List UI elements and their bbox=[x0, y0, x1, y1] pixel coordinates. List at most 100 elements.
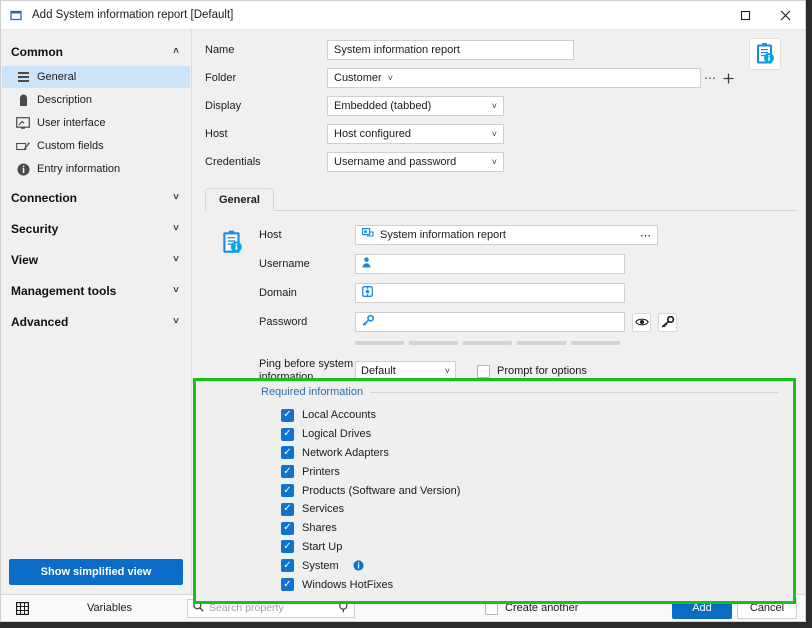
sidebar-group-view[interactable]: View ˅ bbox=[1, 247, 191, 273]
checkbox-windows-hotfixes[interactable]: ✓ bbox=[281, 578, 294, 592]
domain-label: Domain bbox=[259, 287, 297, 299]
domain-row: Domain bbox=[205, 283, 797, 303]
close-button[interactable] bbox=[765, 1, 805, 29]
variables-button[interactable]: Variables bbox=[37, 602, 182, 614]
sidebar-group-connection[interactable]: Connection ˅ bbox=[1, 185, 191, 211]
domain-icon bbox=[362, 286, 373, 300]
tab-strip: General bbox=[205, 188, 797, 211]
lines-icon bbox=[16, 71, 30, 83]
sidebar-group-management-tools[interactable]: Management tools ˅ bbox=[1, 278, 191, 304]
list-item[interactable]: ✓ Services bbox=[281, 500, 460, 519]
folder-input[interactable]: Customer ˅ bbox=[327, 68, 701, 88]
password-input[interactable] bbox=[355, 312, 625, 332]
list-item-label: Logical Drives bbox=[302, 428, 372, 441]
sidebar-group-label: Security bbox=[11, 222, 59, 236]
host-value: System information report bbox=[380, 229, 506, 241]
name-label: Name bbox=[205, 44, 235, 56]
chevron-down-icon[interactable]: ˅ bbox=[382, 73, 393, 83]
display-value: Embedded (tabbed) bbox=[334, 100, 432, 112]
checkbox-printers[interactable]: ✓ bbox=[281, 465, 294, 479]
list-item-label: System bbox=[302, 559, 339, 572]
system-info-icon[interactable] bbox=[353, 560, 364, 571]
list-item[interactable]: ✓ Network Adapters bbox=[281, 444, 460, 463]
grid-icon[interactable] bbox=[7, 601, 37, 615]
simplified-view-wrap: Show simplified view bbox=[1, 551, 191, 594]
legend-divider bbox=[370, 391, 778, 393]
monitor-icon bbox=[16, 117, 30, 129]
key-tool-icon[interactable] bbox=[658, 312, 677, 332]
folder-add-button[interactable] bbox=[719, 72, 737, 85]
eye-icon[interactable] bbox=[632, 312, 651, 332]
prompt-for-options-row[interactable]: Prompt for options bbox=[477, 364, 587, 378]
strength-segment bbox=[463, 341, 512, 345]
list-item-label: Printers bbox=[302, 465, 340, 478]
host-mode-select[interactable]: Host configured ˅ bbox=[327, 124, 504, 144]
list-item[interactable]: ✓ Windows HotFixes bbox=[281, 575, 460, 594]
sidebar-group-common[interactable]: Common ˄ bbox=[1, 39, 191, 65]
chevron-down-icon: ˅ bbox=[491, 101, 497, 111]
checkbox-local-accounts[interactable]: ✓ bbox=[281, 408, 294, 422]
maximize-button[interactable] bbox=[725, 1, 765, 29]
folder-more-button[interactable]: ⋯ bbox=[701, 71, 719, 85]
list-item[interactable]: ✓ System bbox=[281, 556, 460, 575]
checkbox-system[interactable]: ✓ bbox=[281, 559, 294, 573]
checkbox-logical-drives[interactable]: ✓ bbox=[281, 427, 294, 441]
edit-field-icon bbox=[16, 141, 30, 152]
sidebar-group-advanced[interactable]: Advanced ˅ bbox=[1, 309, 191, 335]
host-mode-value: Host configured bbox=[334, 128, 412, 140]
domain-input[interactable] bbox=[355, 283, 625, 303]
sidebar-item-label: Entry information bbox=[37, 163, 121, 175]
system-information-report-icon bbox=[219, 229, 245, 259]
dialog-window: Add System information report [Default] … bbox=[0, 0, 806, 622]
strength-segment bbox=[409, 341, 458, 345]
ping-value: Default bbox=[361, 365, 396, 377]
chevron-down-icon: ˅ bbox=[491, 157, 497, 167]
username-row: Username bbox=[205, 254, 797, 274]
list-item[interactable]: ✓ Local Accounts bbox=[281, 406, 460, 425]
entry-properties-form: Name System information report Folder Cu… bbox=[205, 40, 797, 172]
password-row: Password bbox=[205, 312, 797, 332]
credentials-select[interactable]: Username and password ˅ bbox=[327, 152, 504, 172]
list-item[interactable]: ✓ Printers bbox=[281, 462, 460, 481]
checkbox-network-adapters[interactable]: ✓ bbox=[281, 446, 294, 460]
list-item-label: Shares bbox=[302, 522, 337, 535]
required-information-legend: Required information bbox=[261, 386, 778, 398]
chevron-down-icon: ˅ bbox=[173, 285, 179, 296]
checkbox-services[interactable]: ✓ bbox=[281, 502, 294, 516]
sidebar-item-label: Custom fields bbox=[37, 140, 104, 152]
sidebar-item-general[interactable]: General bbox=[2, 66, 190, 88]
sidebar-item-description[interactable]: Description bbox=[2, 89, 190, 111]
checkbox-shares[interactable]: ✓ bbox=[281, 521, 294, 535]
list-item[interactable]: ✓ Products (Software and Version) bbox=[281, 481, 460, 500]
general-tab-content: Host System information report ⋯ Usernam… bbox=[205, 211, 797, 384]
sidebar-item-custom-fields[interactable]: Custom fields bbox=[2, 135, 190, 157]
tab-general[interactable]: General bbox=[205, 188, 274, 211]
sidebar-item-user-interface[interactable]: User interface bbox=[2, 112, 190, 134]
sidebar-group-label: Connection bbox=[11, 191, 77, 205]
username-label: Username bbox=[259, 258, 310, 270]
dialog-body: Common ˄ General Description User interf… bbox=[1, 30, 805, 604]
list-item[interactable]: ✓ Logical Drives bbox=[281, 425, 460, 444]
list-item[interactable]: ✓ Shares bbox=[281, 519, 460, 538]
password-label: Password bbox=[259, 316, 308, 328]
checkbox-start-up[interactable]: ✓ bbox=[281, 540, 294, 554]
checkbox-products[interactable]: ✓ bbox=[281, 484, 294, 498]
required-information-section: Required information ✓ Local Accounts ✓ … bbox=[193, 378, 796, 604]
sidebar-group-label: Management tools bbox=[11, 284, 117, 298]
sidebar-item-label: User interface bbox=[37, 117, 106, 129]
display-select[interactable]: Embedded (tabbed) ˅ bbox=[327, 96, 504, 116]
list-item[interactable]: ✓ Start Up bbox=[281, 538, 460, 557]
sidebar-group-security[interactable]: Security ˅ bbox=[1, 216, 191, 242]
host-entry-icon bbox=[362, 228, 374, 242]
tab-label: General bbox=[219, 193, 260, 206]
sidebar-nav: Common ˄ General Description User interf… bbox=[1, 30, 191, 551]
tag-icon bbox=[16, 94, 30, 107]
host-more-button[interactable]: ⋯ bbox=[640, 229, 651, 242]
show-simplified-view-button[interactable]: Show simplified view bbox=[9, 559, 183, 585]
host-select[interactable]: System information report ⋯ bbox=[355, 225, 658, 245]
name-input[interactable]: System information report bbox=[327, 40, 574, 60]
username-input[interactable] bbox=[355, 254, 625, 274]
prompt-for-options-checkbox[interactable] bbox=[477, 364, 490, 378]
sidebar-item-entry-information[interactable]: Entry information bbox=[2, 158, 190, 180]
key-icon bbox=[362, 314, 375, 329]
